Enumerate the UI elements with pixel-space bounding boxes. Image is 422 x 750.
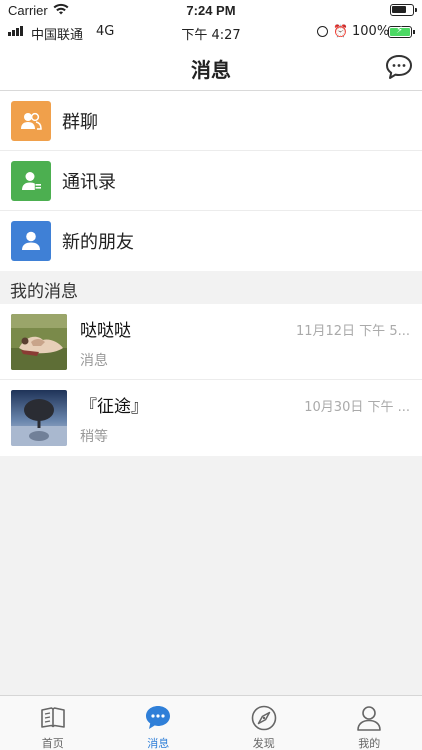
section-header: 我的消息 bbox=[0, 271, 422, 304]
tab-label-profile: 我的 bbox=[358, 737, 381, 750]
page-title: 消息 bbox=[191, 58, 231, 82]
menu-item-group-chat[interactable]: 群聊 bbox=[0, 91, 422, 151]
message-date: 10月30日 下午 ... bbox=[304, 400, 410, 415]
device-status-bar: 中国联通 4G 下午 4:27 ⏰ 100% ⚡ bbox=[0, 20, 422, 44]
shortcut-menu: 群聊 通讯录 新的朋友 bbox=[0, 91, 422, 271]
avatar bbox=[11, 390, 67, 446]
compass-icon bbox=[251, 705, 277, 731]
menu-label-contacts: 通讯录 bbox=[62, 172, 116, 193]
message-list: 哒哒哒 消息 11月12日 下午 5... 『征途』 稍等 10月30日 下午 … bbox=[0, 304, 422, 456]
message-sender: 哒哒哒 bbox=[80, 321, 131, 341]
menu-label-group-chat: 群聊 bbox=[62, 112, 98, 133]
message-sender: 『征途』 bbox=[80, 397, 148, 417]
group-icon bbox=[11, 101, 51, 141]
message-date: 11月12日 下午 5... bbox=[295, 324, 410, 339]
message-preview: 稍等 bbox=[80, 429, 108, 445]
tab-label-messages: 消息 bbox=[147, 737, 170, 750]
simulator-status-bar: Carrier 7:24 PM bbox=[0, 0, 422, 20]
tab-discover[interactable]: 发现 bbox=[211, 696, 317, 750]
tab-profile[interactable]: 我的 bbox=[317, 696, 422, 750]
menu-item-contacts[interactable]: 通讯录 bbox=[0, 151, 422, 211]
tab-bar: 首页 消息 发现 我的 bbox=[0, 695, 422, 750]
menu-item-new-friends[interactable]: 新的朋友 bbox=[0, 211, 422, 271]
battery-icon bbox=[390, 4, 417, 16]
rotation-lock-icon bbox=[317, 26, 328, 37]
simulator-time: 7:24 PM bbox=[186, 3, 236, 18]
section-title: 我的消息 bbox=[10, 282, 78, 302]
alarm-icon: ⏰ bbox=[333, 24, 348, 38]
book-icon bbox=[40, 707, 65, 728]
battery-percent: 100% bbox=[352, 24, 390, 39]
chat-bubbles-icon[interactable] bbox=[384, 53, 414, 81]
tab-messages[interactable]: 消息 bbox=[106, 696, 212, 750]
menu-label-new-friends: 新的朋友 bbox=[62, 232, 134, 253]
tab-label-home: 首页 bbox=[41, 737, 64, 750]
navigation-bar: 消息 bbox=[0, 44, 422, 91]
person-icon bbox=[357, 706, 382, 731]
avatar bbox=[11, 314, 67, 370]
chat-bubble-icon bbox=[146, 706, 171, 729]
message-preview: 消息 bbox=[80, 353, 108, 369]
tab-label-discover: 发现 bbox=[252, 737, 275, 750]
list-item[interactable]: 『征途』 稍等 10月30日 下午 ... bbox=[0, 380, 422, 456]
list-item[interactable]: 哒哒哒 消息 11月12日 下午 5... bbox=[0, 304, 422, 380]
new-friend-icon bbox=[11, 221, 51, 261]
tab-home[interactable]: 首页 bbox=[0, 696, 106, 750]
contacts-icon bbox=[11, 161, 51, 201]
charging-battery-icon: ⚡ bbox=[388, 25, 415, 38]
